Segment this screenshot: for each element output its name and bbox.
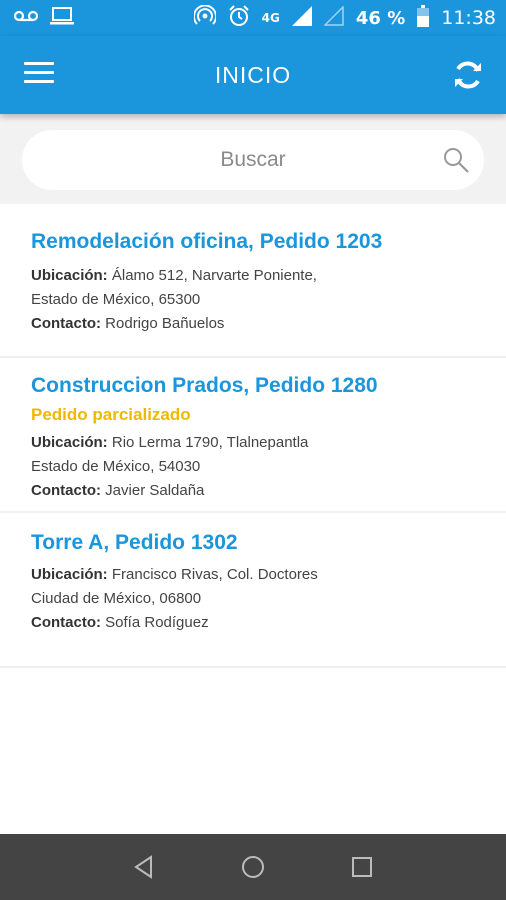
contact-label: Contacto: [31, 315, 101, 332]
location-line2: Estado de México, 54030 [31, 458, 201, 475]
location-label: Ubicación: [31, 566, 108, 583]
contact-name: Rodrigo Bañuelos [105, 315, 225, 332]
contact-label: Contacto: [31, 482, 101, 499]
home-icon [241, 856, 264, 878]
order-contact: Contacto: Sofía Rodíguez [31, 611, 486, 635]
order-title: Torre A, Pedido 1302 [31, 531, 238, 554]
location-line1: Francisco Rivas, Col. Doctores [111, 566, 318, 583]
menu-button[interactable] [24, 62, 54, 88]
order-card[interactable]: Torre A, Pedido 1302 Ubicación: Francisc… [0, 513, 506, 668]
hamburger-line [24, 80, 54, 83]
app-bar: INICIO [0, 36, 506, 114]
back-icon [134, 855, 153, 879]
status-right: 4G 46 % 11:38 [192, 4, 496, 32]
contact-name: Sofía Rodíguez [105, 614, 209, 631]
order-details: Ubicación: Francisco Rivas, Col. Doctore… [31, 563, 486, 635]
recents-icon [351, 857, 372, 877]
page-title: INICIO [214, 61, 292, 88]
order-card[interactable]: Remodelación oficina, Pedido 1203 Ubicac… [0, 204, 506, 358]
refresh-button[interactable] [452, 59, 484, 91]
order-location: Ubicación: Álamo 512, Narvarte Poniente, [31, 264, 486, 288]
recents-button[interactable] [348, 853, 376, 881]
location-label: Ubicación: [31, 267, 108, 284]
order-list: Remodelación oficina, Pedido 1203 Ubicac… [0, 204, 506, 668]
order-details: Ubicación: Rio Lerma 1790, Tlalnepantla … [31, 431, 486, 503]
order-title: Construccion Prados, Pedido 1280 [31, 374, 378, 397]
home-button[interactable] [239, 853, 267, 881]
voicemail-icon [13, 9, 39, 28]
order-location: Ubicación: Francisco Rivas, Col. Doctore… [31, 563, 486, 587]
order-contact: Contacto: Javier Saldaña [31, 479, 486, 503]
search-placeholder: Buscar [220, 148, 286, 171]
location-label: Ubicación: [31, 434, 108, 451]
alarm-icon [228, 4, 250, 32]
hamburger-line [24, 71, 54, 74]
contact-name: Javier Saldaña [105, 482, 205, 499]
order-card[interactable]: Construccion Prados, Pedido 1280 Pedido … [0, 358, 506, 513]
signal-icon [291, 5, 312, 31]
refresh-icon [455, 61, 481, 89]
back-button[interactable] [130, 853, 158, 881]
order-title: Remodelación oficina, Pedido 1203 [31, 230, 383, 253]
order-status: Pedido parcializado [31, 405, 191, 424]
network-type: 4G [261, 10, 280, 25]
search-area: Buscar [0, 114, 506, 204]
clock: 11:38 [441, 7, 496, 29]
hotspot-icon [192, 4, 217, 32]
order-location: Ubicación: Rio Lerma 1790, Tlalnepantla [31, 431, 486, 455]
location-line2: Estado de México, 65300 [31, 291, 201, 308]
battery-icon [417, 4, 430, 32]
order-details: Ubicación: Álamo 512, Narvarte Poniente,… [31, 264, 486, 336]
system-nav-bar [0, 834, 506, 900]
location-line2: Ciudad de México, 06800 [31, 590, 202, 607]
contact-label: Contacto: [31, 614, 101, 631]
hamburger-icon [24, 62, 54, 65]
order-contact: Contacto: Rodrigo Bañuelos [31, 312, 486, 336]
status-left [13, 6, 74, 30]
status-bar: 4G 46 % 11:38 [0, 0, 506, 36]
signal-empty-icon [323, 4, 344, 31]
search-icon[interactable] [442, 146, 470, 174]
location-line1: Álamo 512, Narvarte Poniente, [111, 267, 317, 284]
laptop-icon [50, 6, 74, 30]
search-input[interactable]: Buscar [22, 130, 484, 190]
battery-percent: 46 % [355, 7, 406, 29]
location-line1: Rio Lerma 1790, Tlalnepantla [111, 434, 309, 451]
